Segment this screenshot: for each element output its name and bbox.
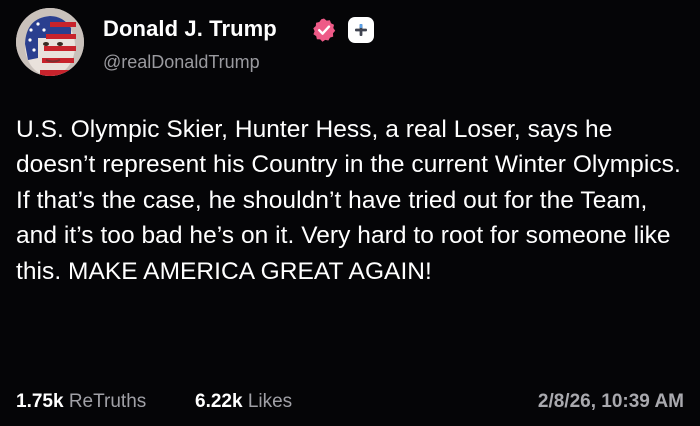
post-body-text: U.S. Olympic Skier, Hunter Hess, a real … — [16, 116, 681, 285]
post-footer: 1.75k ReTruths 6.22k Likes 2/8/26, 10:39… — [16, 388, 684, 416]
truth-post-card: Donald J. Trump @realDonaldTrump U.S. Ol… — [0, 0, 700, 426]
follow-button[interactable] — [348, 17, 374, 43]
retruths-count: 1.75k — [16, 391, 64, 412]
retruths-stat[interactable]: 1.75k ReTruths — [16, 388, 146, 416]
avatar-image — [16, 8, 84, 76]
author-display-name[interactable]: Donald J. Trump — [103, 15, 277, 43]
author-handle[interactable]: @realDonaldTrump — [103, 50, 260, 74]
avatar[interactable] — [16, 8, 84, 76]
likes-label: Likes — [247, 391, 293, 412]
likes-count: 6.22k — [195, 391, 243, 412]
plus-icon — [355, 24, 367, 36]
verified-badge-icon — [311, 17, 337, 43]
post-timestamp[interactable]: 2/8/26, 10:39 AM — [538, 388, 684, 416]
retruths-label: ReTruths — [68, 391, 147, 412]
likes-stat[interactable]: 6.22k Likes — [195, 388, 292, 416]
